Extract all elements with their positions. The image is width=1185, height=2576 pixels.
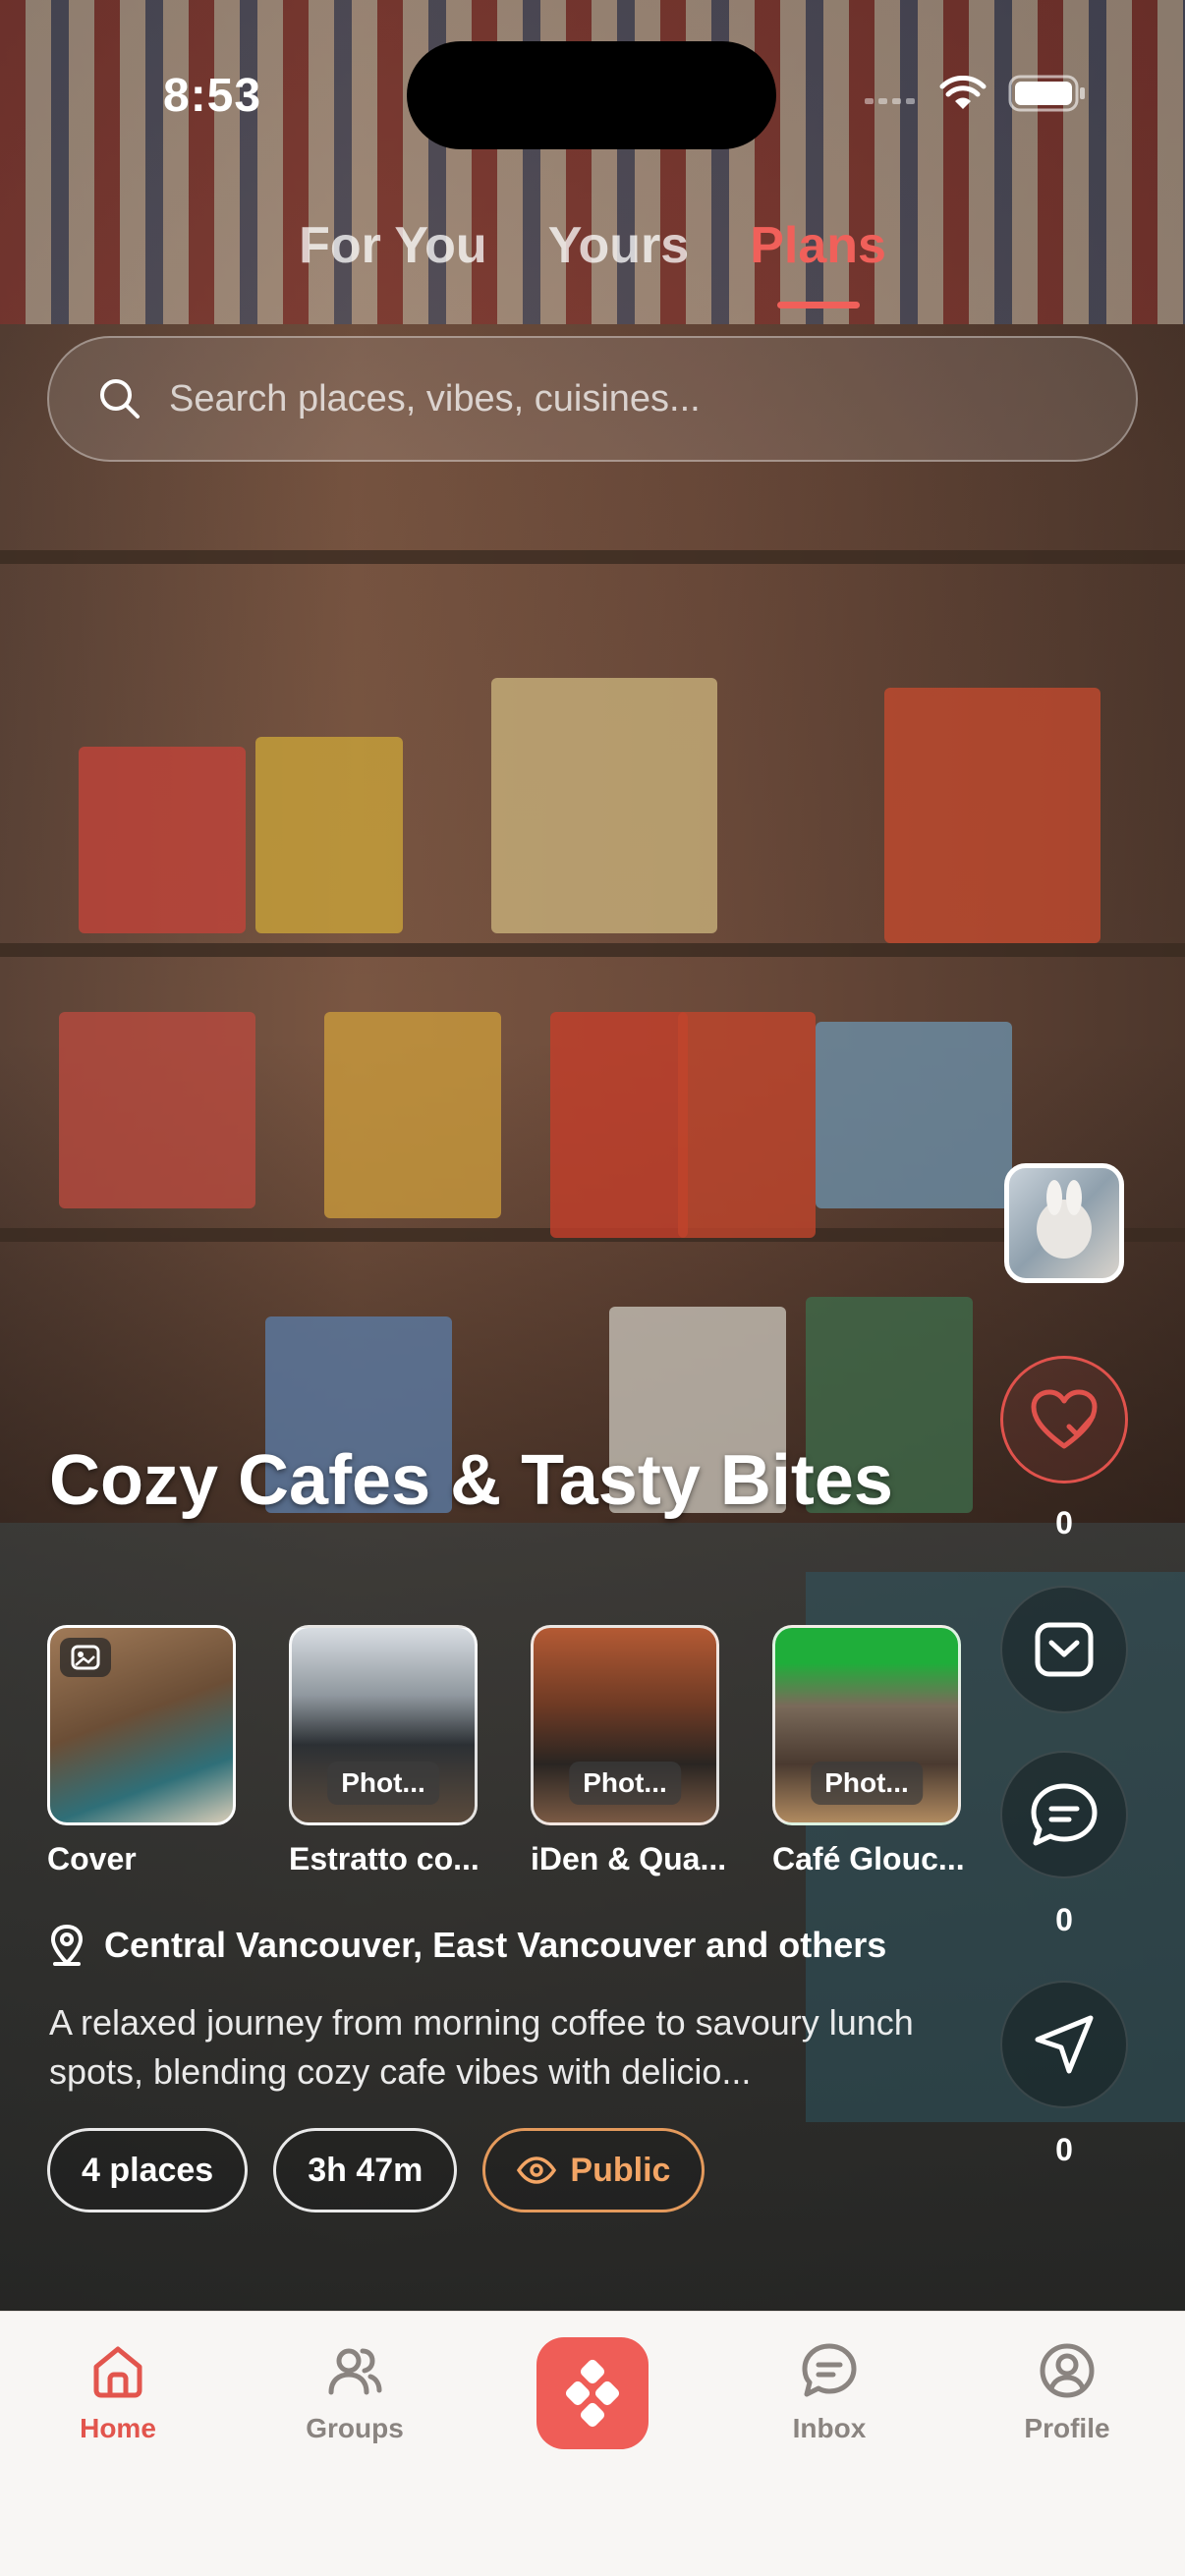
like-count: 0 [1055, 1505, 1073, 1540]
eye-icon [517, 2156, 557, 2184]
nav-profile[interactable]: Profile [988, 2341, 1146, 2444]
tab-yours[interactable]: Yours [548, 216, 690, 308]
place-label: Cover [47, 1841, 137, 1876]
nav-inbox-label: Inbox [792, 2413, 867, 2443]
plan-chips: 4 places 3h 47m Public [47, 2128, 705, 2212]
dynamic-island [407, 41, 776, 149]
wifi-icon [939, 76, 987, 109]
place-card[interactable]: Cover [47, 1625, 236, 1877]
create-plan-button[interactable] [536, 2337, 649, 2449]
place-image[interactable]: Phot... [531, 1625, 719, 1825]
snack-pack [550, 1012, 688, 1238]
places-count: 4 places [82, 2151, 214, 2189]
duration-chip: 3h 47m [273, 2128, 458, 2212]
app-logo-icon [565, 2359, 620, 2428]
snack-pack [491, 678, 717, 933]
tab-for-you[interactable]: For You [299, 216, 487, 308]
nav-profile-label: Profile [1024, 2413, 1110, 2443]
status-icons [865, 75, 1087, 112]
comment-icon [1031, 1783, 1098, 1846]
nav-groups-label: Groups [306, 2413, 404, 2443]
cellular-icon [865, 98, 915, 104]
snack-pack [884, 688, 1100, 943]
tab-plans[interactable]: Plans [750, 216, 886, 308]
bottom-nav: Home Groups Inbox Profile [0, 2311, 1185, 2576]
comment-count: 0 [1055, 1902, 1073, 1937]
avatar-image [1037, 1180, 1092, 1259]
shelf [0, 943, 1185, 957]
photo-badge: Phot... [569, 1762, 681, 1805]
location-text: Central Vancouver, East Vancouver and ot… [104, 1925, 887, 1965]
photo-badge: Phot... [811, 1762, 923, 1805]
profile-icon [1040, 2343, 1095, 2398]
share-button[interactable] [1000, 1981, 1128, 2108]
snack-pack [816, 1022, 1012, 1208]
place-card[interactable]: Phot... iDen & Qua... [531, 1625, 726, 1877]
nav-groups[interactable]: Groups [276, 2341, 433, 2444]
share-count: 0 [1055, 2132, 1073, 2167]
bookmark-icon [1035, 1622, 1094, 1677]
search-bar[interactable] [47, 336, 1138, 462]
like-button[interactable] [1000, 1356, 1128, 1484]
place-label: Café Glouc... [772, 1841, 965, 1876]
place-card[interactable]: Phot... Café Glouc... [772, 1625, 965, 1877]
save-button[interactable] [1000, 1586, 1128, 1713]
home-icon [93, 2346, 142, 2398]
plan-location: Central Vancouver, East Vancouver and ot… [49, 1924, 886, 1967]
place-thumbnails: Cover Phot... Estratto co... Phot... iDe… [47, 1625, 965, 1877]
image-icon [60, 1638, 111, 1677]
place-image[interactable]: Phot... [289, 1625, 478, 1825]
groups-icon [328, 2348, 382, 2395]
snack-pack [678, 1012, 816, 1238]
nav-home[interactable]: Home [39, 2341, 197, 2444]
visibility-label: Public [570, 2151, 671, 2189]
search-input[interactable] [169, 377, 1053, 420]
shelf [0, 550, 1185, 564]
visibility-chip[interactable]: Public [482, 2128, 705, 2212]
snack-pack [59, 1012, 255, 1208]
plan-title[interactable]: Cozy Cafes & Tasty Bites [49, 1442, 933, 1519]
nav-inbox[interactable]: Inbox [751, 2341, 908, 2444]
search-icon [100, 379, 140, 419]
creator-avatar[interactable] [1004, 1163, 1124, 1283]
snack-pack [255, 737, 403, 933]
inbox-icon [802, 2343, 857, 2397]
places-count-chip: 4 places [47, 2128, 249, 2212]
place-image[interactable] [47, 1625, 236, 1825]
feed-tabs: For You Yours Plans [0, 216, 1185, 308]
place-label: iDen & Qua... [531, 1841, 727, 1876]
photo-badge: Phot... [327, 1762, 439, 1805]
status-time: 8:53 [163, 70, 262, 122]
duration: 3h 47m [308, 2151, 423, 2189]
snack-pack [324, 1012, 501, 1218]
snack-pack [79, 747, 246, 933]
location-pin-icon [50, 1924, 84, 1966]
send-icon [1035, 2015, 1094, 2074]
nav-home-label: Home [80, 2413, 156, 2443]
plan-description[interactable]: A relaxed journey from morning coffee to… [49, 1998, 983, 2097]
battery-icon [1008, 75, 1085, 112]
place-card[interactable]: Phot... Estratto co... [289, 1625, 480, 1877]
place-image[interactable]: Phot... [772, 1625, 961, 1825]
heart-icon [1031, 1389, 1098, 1449]
place-label: Estratto co... [289, 1841, 480, 1876]
comment-button[interactable] [1000, 1751, 1128, 1878]
